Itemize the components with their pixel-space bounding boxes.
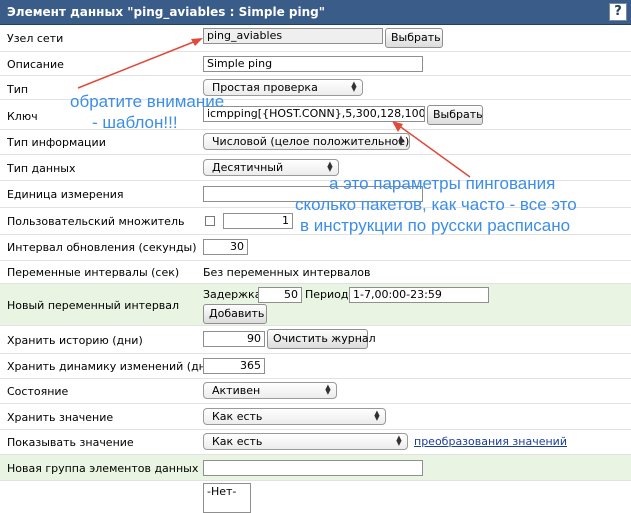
units-label: Единица измерения [7,188,124,201]
type-select-value: Простая проверка [212,81,318,94]
show-value-select-value: Как есть [212,435,263,448]
row-interval: Интервал обновления (секунды) 30 [0,235,631,261]
delay-label: Задержка [203,288,262,301]
updown-icon: ▲ ▼ [351,80,357,93]
multiplier-label: Пользовательский множитель [7,215,185,228]
updown-icon: ▲ ▼ [398,134,404,147]
type-select[interactable]: Простая проверка ▲ ▼ [203,79,363,96]
store-value-select-value: Как есть [212,410,263,423]
host-select-button[interactable]: Выбрать [385,28,443,48]
history-field[interactable]: 90 [203,331,265,347]
data-type-label: Тип данных [7,162,76,175]
updown-icon: ▲ ▼ [327,160,333,173]
row-new-flex: Новый переменный интервал Задержка 50 Пе… [0,284,631,326]
row-history: Хранить историю (дни) 90 Очистить журнал [0,326,631,354]
row-flex-intervals: Переменные интервалы (сек) Без переменны… [0,261,631,284]
history-label: Хранить историю (дни) [7,334,143,347]
trends-label: Хранить динамику изменений (дни) [7,360,218,373]
value-mapping-link[interactable]: преобразования значений [414,435,567,448]
annotation-note-template-1: обратите внимание [70,92,225,111]
updown-icon: ▲ ▼ [374,409,380,422]
add-interval-button[interactable]: Добавить [203,304,267,324]
help-button[interactable]: ? [609,3,627,21]
groups-list-option[interactable]: -Нет- [204,484,250,499]
trends-field[interactable]: 365 [203,358,265,374]
multiplier-checkbox[interactable] [205,216,215,226]
status-select-value: Активен [212,384,261,397]
interval-field[interactable]: 30 [203,239,248,255]
row-status: Состояние Активен ▲ ▼ [0,379,631,404]
annotation-note-params-2: сколько пакетов, как часто - все это [295,195,577,214]
updown-icon: ▲ ▼ [396,434,402,447]
status-label: Состояние [7,385,69,398]
annotation-note-params-1: а это параметры пингования [329,174,556,193]
annotation-note-params-3: в инструкции по русски расписано [300,216,571,235]
row-description: Описание Simple ping [0,52,631,76]
delay-field[interactable]: 50 [258,287,302,303]
flex-value: Без переменных интервалов [203,266,371,279]
description-field[interactable]: Simple ping [203,56,423,72]
info-type-select-value: Числовой (целое положительное) [212,135,410,148]
period-field[interactable]: 1-7,00:00-23:59 [349,287,489,303]
host-field[interactable]: ping_aviables [203,28,383,44]
period-label: Период [305,288,349,301]
row-trends: Хранить динамику изменений (дни) 365 [0,354,631,379]
multiplier-field[interactable]: 1 [223,213,293,229]
row-host: Узел сети ping_aviables Выбрать [0,25,631,52]
type-label: Тип [7,83,29,96]
key-field[interactable]: icmpping[{HOST.CONN},5,300,128,100] [203,106,425,122]
host-label: Узел сети [7,32,64,45]
flex-label: Переменные интервалы (сек) [7,266,180,279]
annotation-note-template-2: - шаблон!!! [92,113,178,132]
show-value-select[interactable]: Как есть ▲ ▼ [203,433,408,450]
store-value-select[interactable]: Как есть ▲ ▼ [203,408,386,425]
key-select-button[interactable]: Выбрать [427,105,483,125]
interval-label: Интервал обновления (секунды) [7,241,197,254]
key-label: Ключ [7,110,38,123]
window-title: Элемент данных "ping_aviables : Simple p… [7,5,325,19]
data-type-select-value: Десятичный [212,161,284,174]
info-type-label: Тип информации [7,136,106,149]
window-titlebar: Элемент данных "ping_aviables : Simple p… [0,0,631,25]
status-select[interactable]: Активен ▲ ▼ [203,382,337,399]
description-label: Описание [7,58,64,71]
show-value-label: Показывать значение [7,436,134,449]
row-show-value: Показывать значение Как есть ▲ ▼ преобраз… [0,430,631,455]
store-value-label: Хранить значение [7,411,114,424]
clear-history-button[interactable]: Очистить журнал [267,329,376,349]
row-info-type: Тип информации Числовой (целое положител… [0,130,631,155]
row-store-value: Хранить значение Как есть ▲ ▼ [0,404,631,430]
updown-icon: ▲ ▼ [325,383,331,396]
data-type-select[interactable]: Десятичный ▲ ▼ [203,159,339,176]
info-type-select[interactable]: Числовой (целое положительное) ▲ ▼ [203,133,410,150]
new-group-field[interactable] [203,460,423,476]
row-new-group: Новая группа элементов данных [0,455,631,481]
new-flex-label: Новый переменный интервал [7,299,180,312]
new-group-label: Новая группа элементов данных [7,462,199,475]
